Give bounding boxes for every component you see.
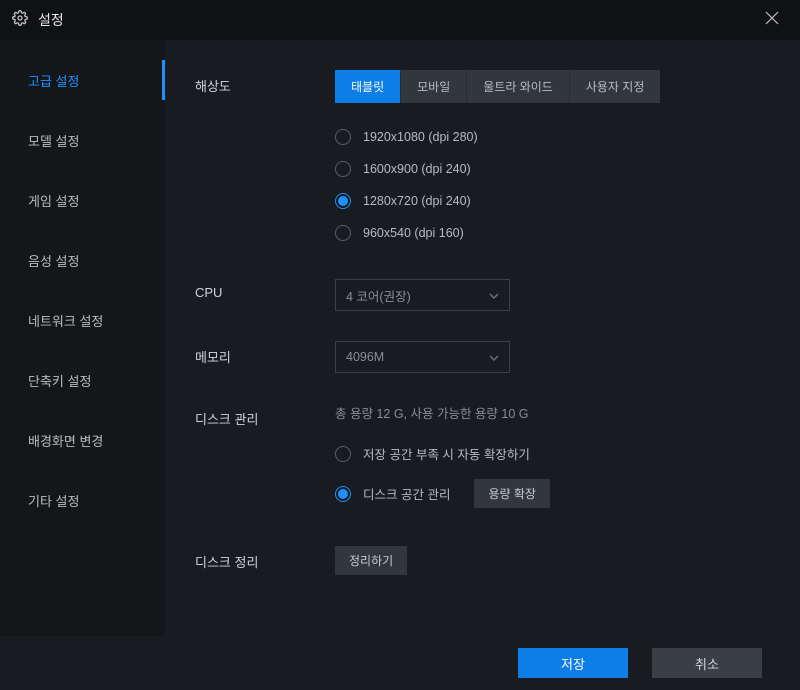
- resolution-option-3[interactable]: 960x540 (dpi 160): [335, 217, 770, 249]
- radio-icon: [335, 193, 351, 209]
- close-icon: [765, 11, 779, 30]
- sidebar-item-label: 기타 설정: [28, 491, 79, 510]
- sidebar-item-label: 네트워크 설정: [28, 311, 103, 330]
- resolution-tab-3[interactable]: 사용자 지정: [570, 70, 661, 103]
- sidebar-item-label: 모델 설정: [28, 131, 79, 150]
- radio-label: 960x540 (dpi 160): [363, 226, 464, 240]
- sidebar-item-3[interactable]: 음성 설정: [0, 230, 165, 290]
- radio-label: 디스크 공간 관리: [363, 484, 450, 503]
- resolution-tabs: 태블릿모바일울트라 와이드사용자 지정: [335, 70, 770, 103]
- sidebar-item-label: 음성 설정: [28, 251, 79, 270]
- sidebar-item-2[interactable]: 게임 설정: [0, 170, 165, 230]
- radio-label: 1600x900 (dpi 240): [363, 162, 471, 176]
- sidebar-item-label: 단축키 설정: [28, 371, 91, 390]
- chevron-down-icon: [489, 350, 499, 364]
- disk-label: 디스크 관리: [195, 403, 335, 516]
- memory-select[interactable]: 4096M: [335, 341, 510, 373]
- memory-label: 메모리: [195, 341, 335, 373]
- radio-label: 저장 공간 부족 시 자동 확장하기: [363, 444, 530, 463]
- close-button[interactable]: [756, 4, 788, 36]
- resolution-option-0[interactable]: 1920x1080 (dpi 280): [335, 121, 770, 153]
- resolution-option-2[interactable]: 1280x720 (dpi 240): [335, 185, 770, 217]
- sidebar-item-label: 배경화면 변경: [28, 431, 103, 450]
- cleanup-label: 디스크 정리: [195, 546, 335, 575]
- disk-expand-button[interactable]: 용량 확장: [474, 479, 550, 508]
- sidebar-item-7[interactable]: 기타 설정: [0, 470, 165, 530]
- sidebar-item-0[interactable]: 고급 설정: [0, 50, 165, 110]
- radio-label: 1280x720 (dpi 240): [363, 194, 471, 208]
- content-panel: 해상도 태블릿모바일울트라 와이드사용자 지정 1920x1080 (dpi 2…: [165, 40, 800, 636]
- radio-icon: [335, 129, 351, 145]
- resolution-tab-2[interactable]: 울트라 와이드: [467, 70, 570, 103]
- radio-icon: [335, 486, 351, 502]
- cpu-select-value: 4 코어(권장): [346, 286, 411, 305]
- disk-info-text: 총 용량 12 G, 사용 가능한 용량 10 G: [335, 403, 770, 422]
- sidebar: 고급 설정모델 설정게임 설정음성 설정네트워크 설정단축키 설정배경화면 변경…: [0, 40, 165, 636]
- footer: 저장 취소: [0, 636, 800, 690]
- cpu-label: CPU: [195, 279, 335, 311]
- resolution-label: 해상도: [195, 70, 335, 249]
- sidebar-item-label: 고급 설정: [28, 71, 79, 90]
- sidebar-item-6[interactable]: 배경화면 변경: [0, 410, 165, 470]
- resolution-options: 1920x1080 (dpi 280) 1600x900 (dpi 240) 128…: [335, 121, 770, 249]
- sidebar-item-label: 게임 설정: [28, 191, 79, 210]
- cleanup-button[interactable]: 정리하기: [335, 546, 407, 575]
- radio-label: 1920x1080 (dpi 280): [363, 130, 478, 144]
- cpu-select[interactable]: 4 코어(권장): [335, 279, 510, 311]
- sidebar-item-4[interactable]: 네트워크 설정: [0, 290, 165, 350]
- sidebar-item-5[interactable]: 단축키 설정: [0, 350, 165, 410]
- memory-select-value: 4096M: [346, 350, 384, 364]
- disk-option-0[interactable]: 저장 공간 부족 시 자동 확장하기: [335, 436, 770, 471]
- chevron-down-icon: [489, 288, 499, 302]
- sidebar-item-1[interactable]: 모델 설정: [0, 110, 165, 170]
- resolution-option-1[interactable]: 1600x900 (dpi 240): [335, 153, 770, 185]
- resolution-tab-1[interactable]: 모바일: [401, 70, 467, 103]
- radio-icon: [335, 225, 351, 241]
- disk-option-1[interactable]: 디스크 공간 관리 용량 확장: [335, 471, 770, 516]
- radio-icon: [335, 446, 351, 462]
- radio-icon: [335, 161, 351, 177]
- gear-icon: [12, 10, 28, 31]
- titlebar: 설정: [0, 0, 800, 40]
- cancel-button[interactable]: 취소: [652, 648, 762, 678]
- resolution-tab-0[interactable]: 태블릿: [335, 70, 401, 103]
- save-button[interactable]: 저장: [518, 648, 628, 678]
- window-title: 설정: [38, 10, 64, 30]
